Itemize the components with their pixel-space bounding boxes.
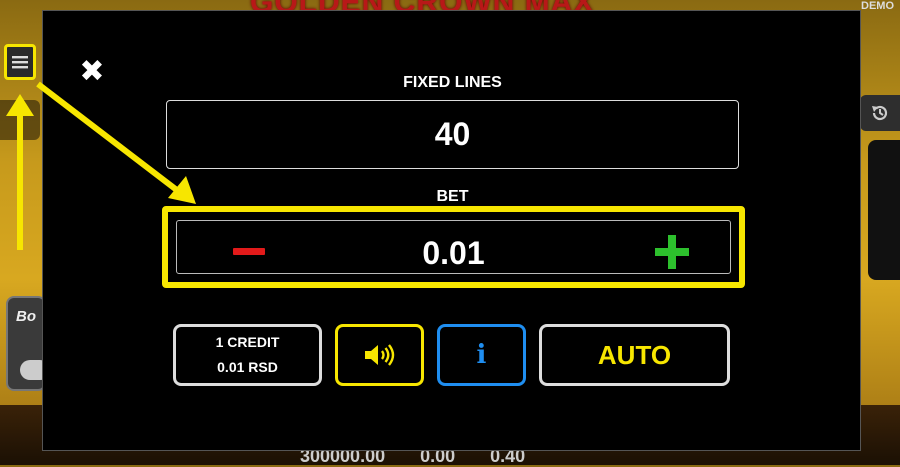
info-icon: i xyxy=(476,340,487,370)
fixed-lines-label: FIXED LINES xyxy=(403,74,502,91)
sound-button[interactable] xyxy=(335,324,424,386)
menu-button[interactable] xyxy=(4,44,36,80)
speaker-icon xyxy=(364,344,394,366)
credit-count: 1 CREDIT xyxy=(215,334,280,350)
bet-highlight-frame: 0.01 xyxy=(162,206,745,288)
credit-value-button[interactable]: 1 CREDIT 0.01 RSD xyxy=(173,324,322,386)
bet-increase-button[interactable] xyxy=(655,235,689,269)
bonus-panel[interactable]: Bo xyxy=(6,296,46,391)
bonus-label: Bo xyxy=(16,308,36,325)
demo-badge: DEMO xyxy=(861,0,894,12)
history-button[interactable] xyxy=(860,95,900,131)
fixed-lines-value: 40 xyxy=(434,116,471,152)
history-icon xyxy=(872,105,888,121)
auto-play-button[interactable]: AUTO xyxy=(539,324,730,386)
info-button[interactable]: i xyxy=(437,324,526,386)
menu-icon xyxy=(12,56,28,69)
left-side-tab xyxy=(0,100,40,140)
close-button[interactable]: ✖ xyxy=(78,55,106,88)
auto-label: AUTO xyxy=(597,339,672,370)
bet-control: 0.01 xyxy=(176,220,731,274)
bet-label: BET xyxy=(436,188,469,205)
right-side-panel xyxy=(868,140,900,280)
bet-value: 0.01 xyxy=(422,235,485,271)
close-icon: ✖ xyxy=(79,55,105,88)
credit-currency-value: 0.01 RSD xyxy=(217,359,278,375)
fixed-lines-box: 40 xyxy=(166,100,739,169)
